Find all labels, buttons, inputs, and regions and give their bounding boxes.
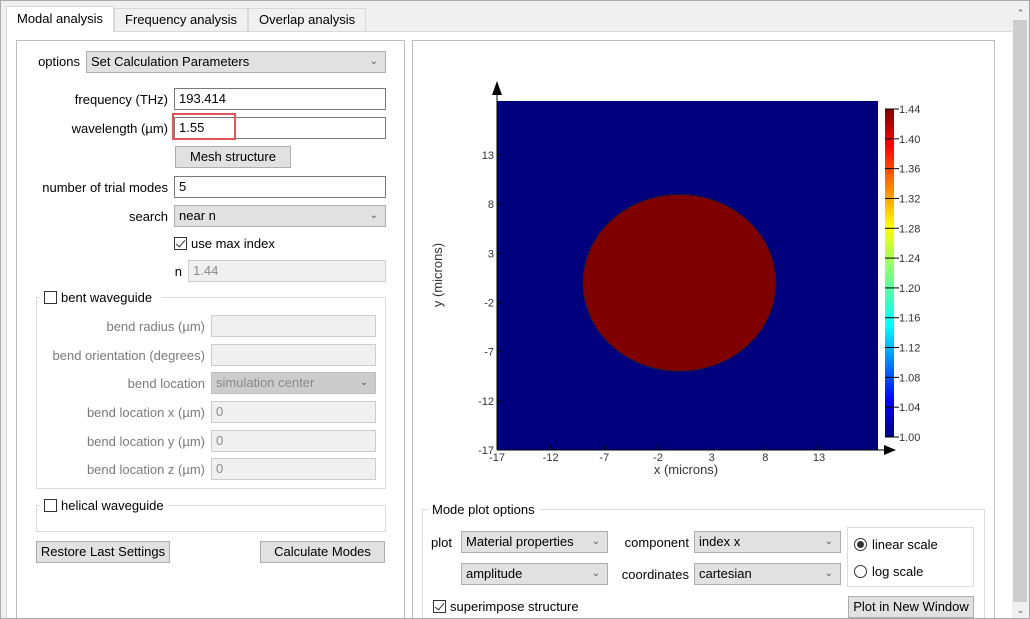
log-scale-radio[interactable]	[854, 565, 867, 578]
amplitude-value: amplitude	[466, 566, 523, 581]
coordinates-value: cartesian	[699, 566, 752, 581]
bend-orientation-input[interactable]	[211, 344, 376, 366]
coordinates-label: coordinates	[621, 567, 689, 582]
colorbar-tick-label: 1.12	[899, 343, 920, 355]
use-max-index-label: use max index	[191, 236, 275, 251]
trial-modes-label: number of trial modes	[42, 180, 168, 195]
colorbar-tick-label: 1.28	[899, 223, 920, 235]
frequency-input[interactable]: 193.414	[174, 88, 386, 110]
chevron-down-icon: ⌄	[359, 377, 368, 388]
x-axis-label: x (microns)	[654, 462, 718, 477]
bend-location-select[interactable]: simulation center ⌄	[211, 372, 376, 394]
x-tick-label: 13	[813, 452, 825, 464]
wavelength-label: wavelength (µm)	[71, 121, 168, 136]
y-axis-label: y (microns)	[430, 243, 445, 307]
bend-location-y-label: bend location y (µm)	[86, 434, 205, 449]
n-input[interactable]: 1.44	[188, 260, 386, 282]
chevron-down-icon: ⌄	[369, 56, 378, 67]
bend-location-x-input[interactable]: 0	[211, 401, 376, 423]
options-label: options	[38, 54, 80, 69]
tab-overlap-analysis[interactable]: Overlap analysis	[248, 8, 367, 31]
bent-waveguide-checkbox[interactable]	[44, 291, 57, 304]
x-tick-label: -12	[543, 452, 559, 464]
y-tick-label: -2	[484, 298, 494, 310]
colorbar-tick-label: 1.20	[899, 283, 920, 295]
search-select[interactable]: near n ⌄	[174, 205, 386, 227]
restore-last-settings-button[interactable]: Restore Last Settings	[36, 541, 170, 563]
bent-waveguide-label: bent waveguide	[61, 290, 153, 305]
helical-waveguide-label: helical waveguide	[61, 498, 164, 513]
scrollbar-thumb[interactable]	[1013, 20, 1027, 602]
colorbar-tick-label: 1.00	[899, 432, 920, 444]
trial-modes-input[interactable]: 5	[174, 176, 386, 198]
colorbar-tick-label: 1.24	[899, 253, 920, 265]
colorbar-tick-label: 1.32	[899, 193, 920, 205]
colorbar-tick-label: 1.08	[899, 372, 920, 384]
n-label: n	[174, 264, 182, 279]
search-label: search	[128, 209, 168, 224]
plot-type-value: Material properties	[466, 534, 574, 549]
bend-location-z-label: bend location z (µm)	[86, 462, 205, 477]
colorbar-tick-label: 1.04	[899, 402, 920, 414]
chevron-down-icon: ⌄	[591, 568, 600, 579]
linear-scale-label: linear scale	[872, 537, 938, 552]
mode-plot-options-title: Mode plot options	[428, 502, 539, 517]
bend-location-label: bend location	[127, 376, 205, 391]
calculate-modes-button[interactable]: Calculate Modes	[260, 541, 385, 563]
core-circle	[582, 193, 777, 372]
colorbar-tick-label: 1.44	[899, 104, 920, 116]
colorbar	[885, 109, 894, 437]
y-tick-label: -12	[478, 396, 494, 408]
y-tick-label: 13	[482, 150, 494, 162]
tab-bar: Modal analysis Frequency analysis Overla…	[6, 6, 367, 32]
tab-modal-analysis[interactable]: Modal analysis	[6, 6, 114, 32]
bend-location-x-label: bend location x (µm)	[86, 405, 205, 420]
frequency-label: frequency (THz)	[74, 92, 168, 107]
options-value: Set Calculation Parameters	[91, 54, 250, 69]
superimpose-structure-checkbox[interactable]	[433, 600, 446, 613]
options-select[interactable]: Set Calculation Parameters ⌄	[86, 51, 386, 73]
y-axis-arrow-icon	[492, 81, 502, 95]
coordinates-select[interactable]: cartesian ⌄	[694, 563, 841, 585]
bend-radius-input[interactable]	[211, 315, 376, 337]
mesh-structure-button[interactable]: Mesh structure	[175, 146, 291, 168]
bend-location-y-input[interactable]: 0	[211, 430, 376, 452]
log-scale-label: log scale	[872, 564, 924, 579]
scroll-down-icon[interactable]: ⌄	[1012, 603, 1029, 617]
colorbar-tick-label: 1.16	[899, 313, 920, 325]
amplitude-select[interactable]: amplitude ⌄	[461, 563, 608, 585]
x-tick-label: -7	[599, 452, 609, 464]
y-tick-label: 3	[488, 248, 494, 260]
chevron-down-icon: ⌄	[591, 536, 600, 547]
y-tick-label: -7	[484, 347, 494, 359]
scroll-up-icon[interactable]: ⌃	[1012, 6, 1029, 20]
component-value: index x	[699, 534, 741, 549]
plot-label: plot	[431, 535, 452, 550]
colorbar-tick-label: 1.36	[899, 164, 920, 176]
x-tick-label: 8	[762, 452, 768, 464]
plot-in-new-window-button[interactable]: Plot in New Window	[848, 596, 974, 618]
y-tick-label: -17	[478, 445, 494, 457]
bend-location-z-input[interactable]: 0	[211, 458, 376, 480]
bend-orientation-label: bend orientation (degrees)	[52, 348, 206, 363]
plot-type-select[interactable]: Material properties ⌄	[461, 531, 608, 553]
use-max-index-checkbox[interactable]	[174, 237, 187, 250]
superimpose-structure-label: superimpose structure	[450, 599, 579, 614]
y-tick-label: 8	[488, 199, 494, 211]
wavelength-highlight-box	[172, 113, 236, 140]
helical-waveguide-checkbox[interactable]	[44, 499, 57, 512]
chevron-down-icon: ⌄	[824, 568, 833, 579]
chevron-down-icon: ⌄	[824, 536, 833, 547]
index-plot: -17 -12 -7 -2 3 8 13-17-12-7-23813x (microns)y…	[430, 81, 920, 477]
search-value: near n	[179, 208, 216, 223]
component-label: component	[624, 535, 689, 550]
bend-location-value: simulation center	[216, 375, 315, 390]
x-axis-arrow-icon	[884, 445, 896, 455]
tab-frequency-analysis[interactable]: Frequency analysis	[114, 8, 248, 31]
colorbar-tick-label: 1.40	[899, 134, 920, 146]
bend-radius-label: bend radius (µm)	[106, 319, 205, 334]
chevron-down-icon: ⌄	[369, 210, 378, 221]
component-select[interactable]: index x ⌄	[694, 531, 841, 553]
linear-scale-radio[interactable]	[854, 538, 867, 551]
